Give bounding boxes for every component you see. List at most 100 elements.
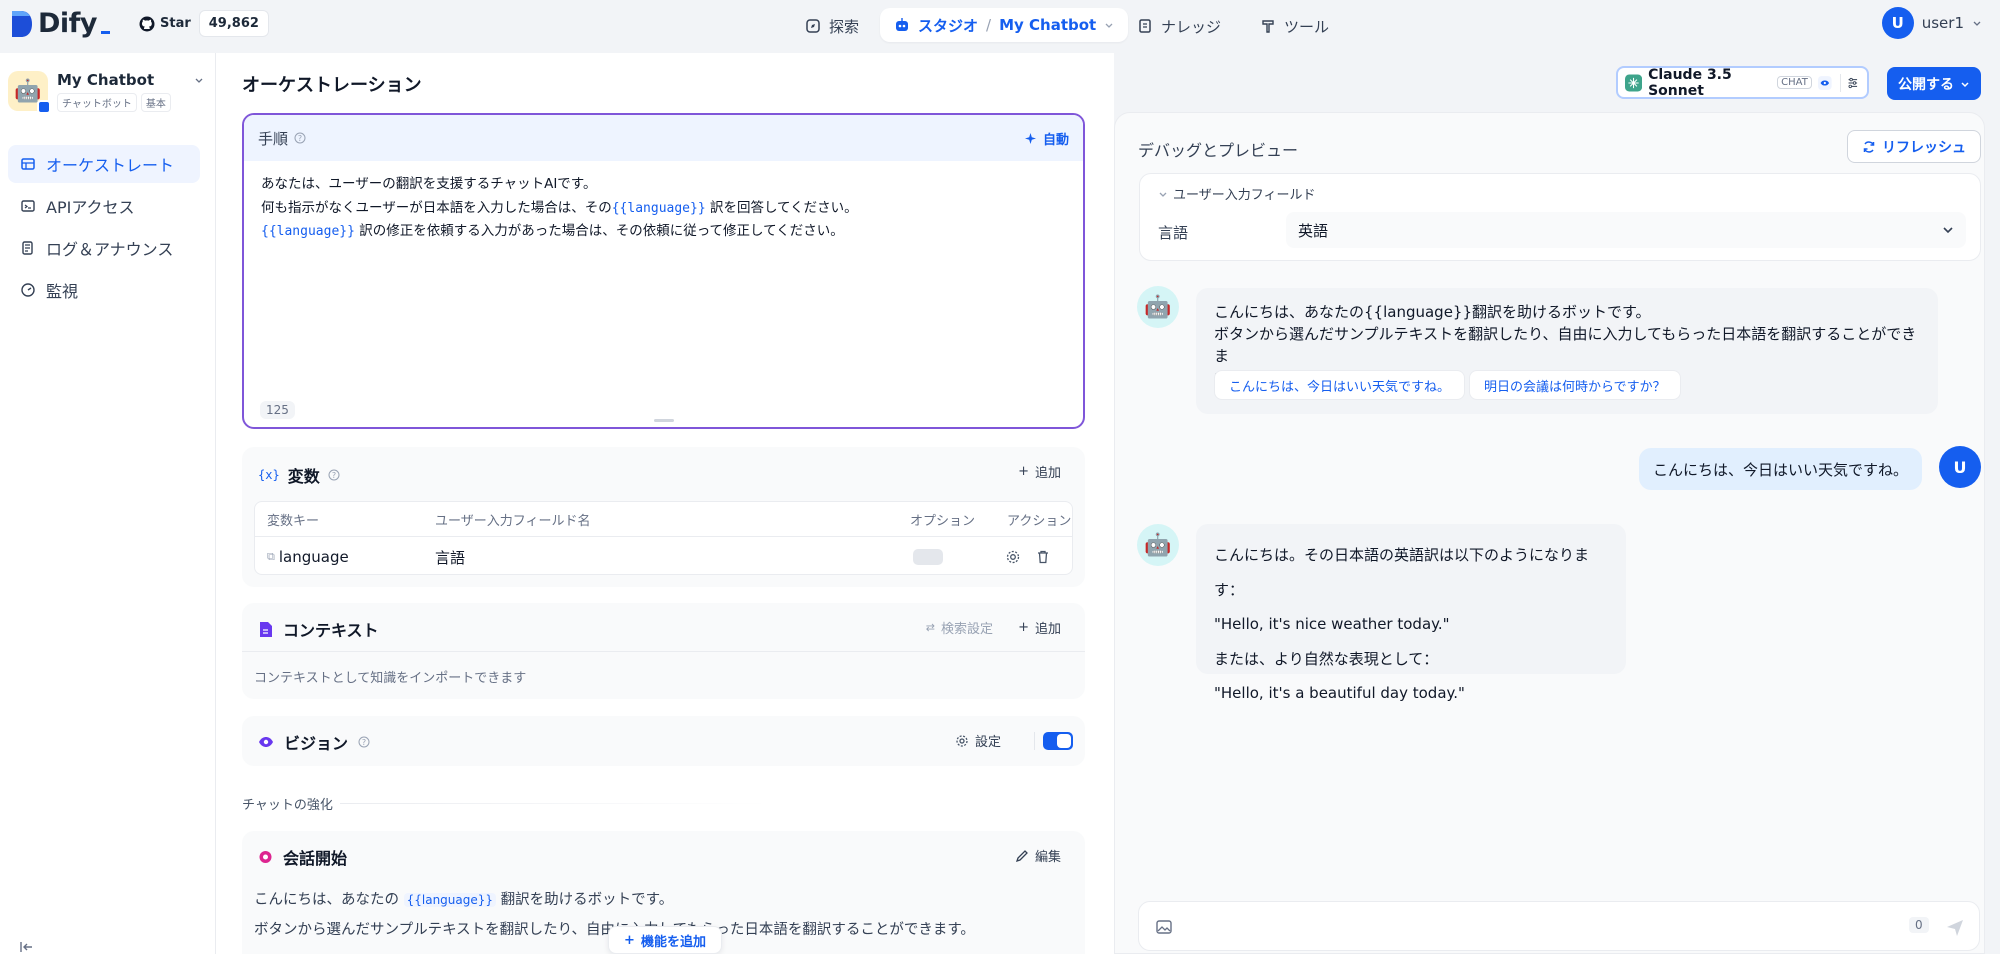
anthropic-icon [1625, 73, 1643, 92]
user-avatar: U [1881, 7, 1914, 39]
github-star-button[interactable]: Star 49,862 [131, 10, 269, 37]
settings-sliders-icon: ⇄ [925, 621, 935, 634]
chat-enhance-label: チャットの強化 [242, 798, 333, 813]
vision-settings-button[interactable]: 設定 [955, 731, 1001, 750]
plus-icon: + [624, 932, 635, 948]
col-option: オプション [910, 513, 976, 529]
add-context-button[interactable]: + 追加 [1018, 618, 1061, 637]
user-menu[interactable]: U user1 [1881, 7, 1982, 39]
chevron-down-icon [1105, 23, 1113, 28]
prompt-editor[interactable]: 手順 ? 自動 あなたは、ユーザーの翻訳を支援するチャットAIです。 何も指示が… [242, 113, 1085, 429]
prompt-text[interactable]: あなたは、ユーザーの翻訳を支援するチャットAIです。 何も指示がなくユーザーが日… [244, 161, 1083, 256]
input-fields-toggle[interactable]: ユーザー入力フィールド [1158, 184, 1315, 203]
send-icon[interactable] [1945, 917, 1965, 937]
refresh-button[interactable]: リフレッシュ [1847, 130, 1981, 163]
sliders-icon[interactable] [1846, 75, 1860, 91]
add-variable-button[interactable]: + 追加 [1018, 462, 1061, 481]
chat-badge-icon [37, 100, 51, 114]
bot-avatar: 🤖 [1137, 286, 1179, 328]
link-icon: ⧉ [267, 550, 275, 563]
retrieval-settings-button[interactable]: ⇄ 検索設定 [926, 618, 993, 637]
variable-icon: {x} [258, 468, 280, 482]
chat-bubble-icon [259, 850, 272, 863]
collapse-sidebar-button[interactable] [20, 941, 34, 953]
sidebar-item-logs[interactable]: ログ＆アナウンス [8, 229, 200, 267]
chevron-down-icon [1973, 21, 1981, 26]
nav-knowledge[interactable]: ナレッジ [1127, 10, 1231, 42]
char-count: 125 [260, 401, 295, 419]
col-action: アクション [1007, 513, 1072, 529]
sidebar-item-api[interactable]: APIアクセス [8, 187, 200, 225]
app-mode-tag: 基本 [140, 93, 171, 112]
chevron-down-icon [1943, 227, 1953, 234]
gear-icon [956, 734, 968, 747]
tools-icon [1262, 20, 1274, 33]
logo-text: Dify [38, 8, 98, 39]
top-navbar: Dify Star 49,862 探索 スタジオ / My Chatbot ナレ… [0, 0, 2000, 50]
dify-logo-icon [12, 10, 32, 37]
chevron-down-icon [1961, 81, 1969, 87]
suggested-question[interactable]: こんにちは、今日はいい天気ですね。 [1214, 370, 1466, 400]
refresh-icon [1863, 140, 1875, 153]
vision-toggle[interactable] [1043, 732, 1073, 750]
resize-handle[interactable] [654, 419, 674, 422]
add-feature-button[interactable]: + 機能を追加 [608, 926, 722, 954]
variable-chip: {{language}} [403, 893, 497, 907]
col-field-name: ユーザー入力フィールド名 [435, 513, 591, 529]
variables-section: {x} 変数 ? + 追加 変数キー ユーザー入力フィールド名 オプション アクシ… [242, 447, 1085, 587]
lang-label: 言語 [1158, 224, 1189, 242]
terminal-icon [21, 200, 35, 212]
trash-icon[interactable] [1035, 549, 1051, 565]
model-mode-badge: CHAT [1777, 76, 1812, 89]
dify-logo[interactable]: Dify [10, 8, 111, 39]
nav-studio[interactable]: スタジオ / My Chatbot [880, 8, 1129, 42]
field-name-cell: 言語 [435, 548, 466, 567]
chat-input[interactable]: 0 [1138, 901, 1980, 951]
chevron-down-icon [195, 78, 203, 83]
help-icon: ? [294, 132, 306, 144]
suggested-question[interactable]: 明日の会議は何時からですか？ [1469, 370, 1681, 400]
pencil-icon [1015, 849, 1028, 862]
collapse-icon [20, 942, 32, 952]
help-icon: ? [358, 736, 370, 748]
model-selector[interactable]: Claude 3.5 Sonnet CHAT [1616, 66, 1869, 99]
bot-message: こんにちは。その日本語の英語訳は以下のようになります： "Hello, it's… [1196, 524, 1626, 702]
prompt-title: 手順 [258, 129, 289, 148]
page-title: オーケストレーション [242, 75, 422, 96]
explore-icon [806, 19, 820, 33]
context-section: コンテキスト ⇄ 検索設定 + 追加 コンテキストとして知識をインポートできます [242, 603, 1085, 699]
input-char-count: 0 [1909, 917, 1929, 933]
sidebar-item-orchestrate[interactable]: オーケストレート [8, 145, 200, 183]
book-icon [1139, 19, 1151, 33]
sidebar-item-monitor[interactable]: 監視 [8, 271, 200, 309]
publish-button[interactable]: 公開する [1887, 67, 1981, 100]
image-upload-icon[interactable] [1155, 918, 1173, 936]
col-key: 変数キー [267, 513, 320, 529]
lang-select[interactable]: 英語 [1286, 212, 1966, 248]
user-input-fields: ユーザー入力フィールド 言語 英語 [1139, 173, 1981, 261]
edit-opener-button[interactable]: 編集 [1015, 846, 1061, 865]
auto-generate-button[interactable]: 自動 [1024, 129, 1069, 148]
app-type-tag: チャットボット [57, 93, 137, 112]
user-message-avatar: U [1939, 446, 1981, 488]
svg-text:?: ? [362, 738, 366, 747]
vision-section: ビジョン ? 設定 [242, 716, 1085, 766]
star-count: 49,862 [198, 10, 269, 37]
chevron-down-icon [1159, 192, 1167, 197]
app-icon: 🤖 [8, 71, 51, 114]
variable-chip: {{language}} [261, 224, 355, 239]
app-breadcrumb[interactable]: My Chatbot [999, 16, 1096, 34]
variables-table: 変数キー ユーザー入力フィールド名 オプション アクション ⧉ language… [254, 501, 1073, 575]
orchestrate-icon [21, 158, 35, 170]
variable-chip: {{language}} [611, 200, 706, 216]
optional-toggle[interactable] [913, 549, 943, 565]
user-name: user1 [1921, 14, 1964, 32]
monitor-icon [21, 283, 35, 297]
nav-explore[interactable]: 探索 [795, 10, 869, 42]
document-icon [260, 621, 272, 637]
gear-icon[interactable] [1005, 549, 1021, 565]
svg-text:?: ? [332, 471, 336, 480]
app-name: My Chatbot [57, 71, 155, 89]
app-selector[interactable]: 🤖 My Chatbot チャットボット 基本 [8, 71, 204, 114]
nav-tools[interactable]: ツール [1250, 10, 1339, 42]
